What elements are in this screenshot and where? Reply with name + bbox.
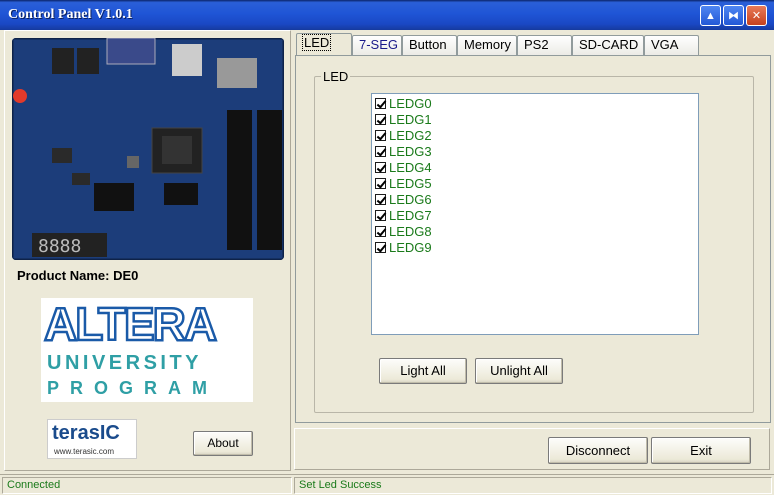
bottom-panel: Disconnect Exit: [294, 428, 770, 470]
maximize-icon: ⧓: [728, 10, 739, 22]
led-checklist[interactable]: LEDG0 LEDG1 LEDG2 LEDG3 LEDG4 LEDG5 LEDG…: [371, 93, 699, 335]
checkbox[interactable]: [375, 177, 386, 189]
tab-led[interactable]: LED: [296, 33, 352, 56]
led-groupbox: LED LEDG0 LEDG1 LEDG2 LEDG3 LEDG4 LEDG5 …: [314, 69, 754, 413]
list-item[interactable]: LEDG1: [372, 111, 698, 127]
list-item[interactable]: LEDG7: [372, 207, 698, 223]
tab-7seg[interactable]: 7-SEG: [352, 35, 402, 55]
list-item[interactable]: LEDG4: [372, 159, 698, 175]
checkbox[interactable]: [375, 97, 386, 109]
checkbox[interactable]: [375, 145, 386, 157]
minimize-icon: ▲: [705, 9, 716, 22]
list-item[interactable]: LEDG0: [372, 95, 698, 111]
tab-button[interactable]: Button: [402, 35, 457, 55]
terasic-logo: terasIC www.terasic.com: [47, 419, 137, 459]
list-item[interactable]: LEDG8: [372, 223, 698, 239]
tab-memory[interactable]: Memory: [457, 35, 517, 55]
left-panel: 8888 Product Name: DE0 ALTERA UNIVERSITY…: [4, 30, 291, 471]
list-item[interactable]: LEDG5: [372, 175, 698, 191]
tab-vga[interactable]: VGA: [644, 35, 699, 55]
checkbox[interactable]: [375, 193, 386, 205]
tab-sd-card[interactable]: SD-CARD: [572, 35, 644, 55]
minimize-button[interactable]: ▲: [700, 5, 721, 26]
altera-logo-university: UNIVERSITY: [47, 352, 203, 374]
checkbox[interactable]: [375, 209, 386, 221]
list-item[interactable]: LEDG6: [372, 191, 698, 207]
close-button[interactable]: ✕: [746, 5, 767, 26]
title-bar[interactable]: Control Panel V1.0.1 ▲ ⧓ ✕: [0, 0, 774, 30]
list-item[interactable]: LEDG3: [372, 143, 698, 159]
checkbox[interactable]: [375, 129, 386, 141]
close-icon: ✕: [751, 10, 762, 22]
altera-logo: ALTERA UNIVERSITY PROGRAM: [41, 298, 253, 402]
led-tab-panel: LED LEDG0 LEDG1 LEDG2 LEDG3 LEDG4 LEDG5 …: [295, 55, 771, 423]
checkbox[interactable]: [375, 225, 386, 237]
svg-text:8888: 8888: [38, 236, 81, 257]
tab-ps2[interactable]: PS2: [517, 35, 572, 55]
unlight-all-button[interactable]: Unlight All: [475, 358, 563, 384]
light-all-button[interactable]: Light All: [379, 358, 467, 384]
status-message: Set Led Success: [294, 477, 772, 494]
checkbox[interactable]: [375, 161, 386, 173]
disconnect-button[interactable]: Disconnect: [548, 437, 648, 464]
de0-board-illustration: 8888: [12, 38, 284, 260]
exit-button[interactable]: Exit: [651, 437, 751, 464]
product-name-label: Product Name: DE0: [17, 268, 139, 283]
status-connection: Connected: [2, 477, 292, 494]
window-title: Control Panel V1.0.1: [8, 7, 133, 22]
altera-logo-text: ALTERA: [43, 298, 219, 350]
terasic-logo-url: www.terasic.com: [54, 447, 115, 456]
checkbox[interactable]: [375, 113, 386, 125]
about-button[interactable]: About: [193, 431, 253, 456]
checkbox[interactable]: [375, 241, 386, 253]
board-image: 8888: [12, 38, 284, 260]
terasic-logo-text: terasIC: [52, 422, 120, 444]
altera-logo-program: PROGRAM: [47, 378, 218, 398]
list-item[interactable]: LEDG9: [372, 239, 698, 255]
led-group-label: LED: [321, 69, 351, 84]
maximize-button[interactable]: ⧓: [723, 5, 744, 26]
list-item[interactable]: LEDG2: [372, 127, 698, 143]
status-bar: Connected Set Led Success: [0, 474, 774, 495]
